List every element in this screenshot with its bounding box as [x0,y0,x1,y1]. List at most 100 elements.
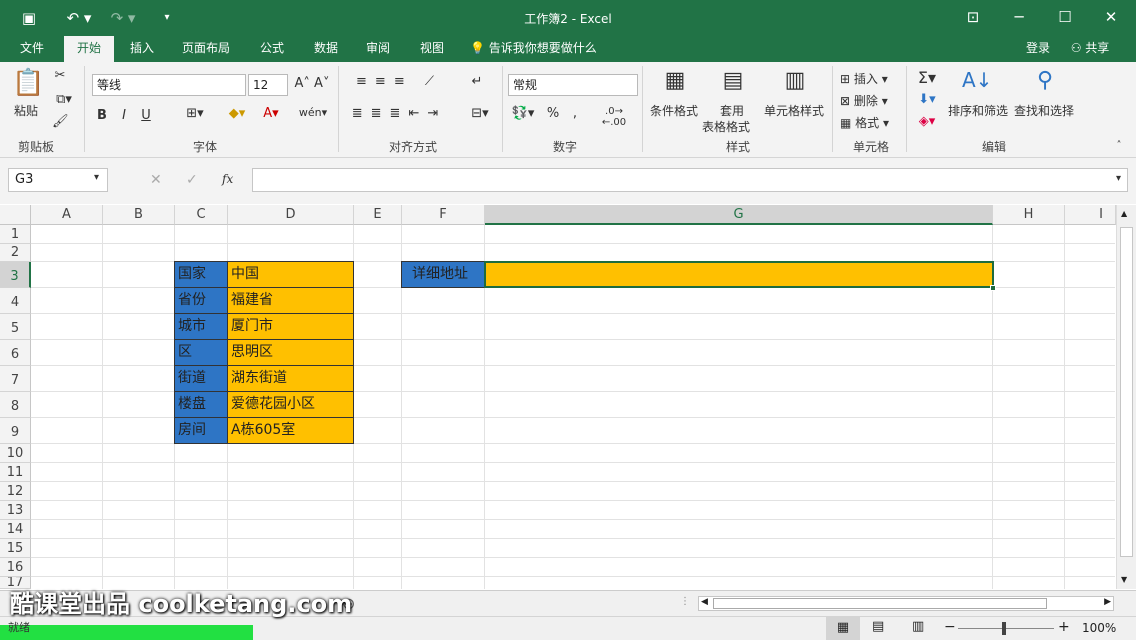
cell-d7[interactable]: 湖东街道 [227,365,354,392]
minimize-button[interactable]: ─ [996,5,1042,31]
insert-function-button[interactable]: fx [222,172,233,186]
phonetic-icon[interactable]: wén▾ [298,106,328,119]
tell-me-box[interactable]: 💡 告诉我你想要做什么 [470,36,610,62]
column-header-d[interactable]: D [228,205,354,225]
delete-cells-button[interactable]: ⊠ 删除 ▾ [840,92,888,109]
fill-icon[interactable]: ⬇▾ [914,92,940,107]
copy-icon[interactable]: ⧉▾ [52,92,76,107]
comma-button[interactable]: , [570,106,580,121]
font-grow-shrink-icon[interactable]: A˄ A˅ [294,76,330,91]
zoom-slider-thumb[interactable] [1002,622,1006,635]
tab-insert[interactable]: 插入 [120,36,164,62]
row-header-13[interactable]: 13 [0,501,31,520]
paste-icon[interactable]: 📋 [12,68,44,98]
cell-c8[interactable]: 楼盘 [174,391,228,418]
scroll-down-icon[interactable]: ▼ [1121,575,1127,584]
row-header-14[interactable]: 14 [0,520,31,539]
cell-c9[interactable]: 房间 [174,417,228,444]
zoom-out-icon[interactable]: − [944,619,956,635]
cell-c6[interactable]: 区 [174,339,228,366]
bold-button[interactable]: B [96,108,108,123]
conditional-format-icon[interactable]: ▦ [660,68,690,93]
horizontal-scrollbar[interactable]: ◀ ▶ [698,596,1114,611]
row-header-5[interactable]: 5 [0,314,31,340]
column-header-f[interactable]: F [402,205,485,225]
decimal-icons[interactable]: .0→ ←.00 [594,106,634,128]
cell-c7[interactable]: 街道 [174,365,228,392]
expand-formula-icon[interactable]: ▾ [1116,173,1121,184]
format-cells-button[interactable]: ▦ 格式 ▾ [840,114,889,131]
cell-g3-selected[interactable] [484,261,994,288]
cell-f3[interactable]: 详细地址 [401,261,485,288]
collapse-ribbon-icon[interactable]: ˄ [1112,140,1126,151]
cut-icon[interactable]: ✂ [52,68,68,83]
column-header-i[interactable]: I [1065,205,1116,225]
row-header-9[interactable]: 9 [0,418,31,444]
row-header-12[interactable]: 12 [0,482,31,501]
ribbon-display-icon[interactable]: ⊡ [950,5,996,31]
close-button[interactable]: ✕ [1088,5,1134,31]
login-link[interactable]: 登录 [1018,36,1058,62]
column-header-g[interactable]: G [485,205,993,225]
fill-handle[interactable] [990,285,996,291]
find-select-label[interactable]: 查找和选择 [1014,102,1074,119]
cell-styles-icon[interactable]: ▥ [780,68,810,93]
italic-button[interactable]: I [118,108,130,123]
row-header-3[interactable]: 3 [0,262,31,288]
share-button[interactable]: ⚇ 共享 [1062,36,1118,62]
tab-review[interactable]: 审阅 [356,36,400,62]
row-header-15[interactable]: 15 [0,539,31,558]
underline-button[interactable]: U [140,108,152,123]
cell-c3[interactable]: 国家 [174,261,228,288]
cell-styles-label[interactable]: 单元格样式 [764,102,824,119]
clear-icon[interactable]: ◈▾ [914,114,940,129]
number-format-box[interactable]: 常规 [508,74,638,96]
cell-d8[interactable]: 爱德花园小区 [227,391,354,418]
scroll-up-icon[interactable]: ▲ [1121,209,1127,218]
paste-label[interactable]: 粘贴 [14,102,38,119]
name-box-dropdown-icon[interactable]: ▾ [94,172,99,183]
cancel-icon[interactable]: ✕ [150,172,162,188]
split-handle-icon[interactable]: ⋮ [680,596,690,607]
insert-cells-button[interactable]: ⊞ 插入 ▾ [840,70,888,87]
page-break-view-icon[interactable]: ▥ [912,619,924,634]
cell-c4[interactable]: 省份 [174,287,228,314]
column-header-b[interactable]: B [103,205,175,225]
column-header-e[interactable]: E [354,205,402,225]
currency-icon[interactable]: 💱▾ [510,106,536,121]
row-header-6[interactable]: 6 [0,340,31,366]
format-as-table-icon[interactable]: ▤ [718,68,748,93]
tab-view[interactable]: 视图 [410,36,454,62]
format-as-table-label1[interactable]: 套用 [720,102,744,119]
row-header-2[interactable]: 2 [0,244,31,262]
row-header-1[interactable]: 1 [0,225,31,244]
scroll-thumb[interactable] [1120,227,1133,557]
tab-formulas[interactable]: 公式 [250,36,294,62]
row-header-11[interactable]: 11 [0,463,31,482]
borders-icon[interactable]: ⊞▾ [182,106,208,121]
fill-color-icon[interactable]: ◆▾ [224,106,250,121]
formula-input[interactable] [252,168,1128,192]
format-as-table-label2[interactable]: 表格格式 [702,118,750,135]
cell-d9[interactable]: A栋605室 [227,417,354,444]
cell-c5[interactable]: 城市 [174,313,228,340]
zoom-level[interactable]: 100% [1082,621,1116,635]
h-scroll-thumb[interactable] [713,598,1047,609]
row-header-10[interactable]: 10 [0,444,31,463]
scroll-right-icon[interactable]: ▶ [1104,597,1111,607]
normal-view-icon[interactable]: ▦ [826,617,860,640]
page-layout-view-icon[interactable]: ▤ [872,619,884,634]
enter-icon[interactable]: ✓ [186,172,198,188]
cell-d6[interactable]: 思明区 [227,339,354,366]
column-header-a[interactable]: A [31,205,103,225]
row-header-16[interactable]: 16 [0,558,31,577]
find-select-icon[interactable]: ⚲ [1030,68,1060,93]
cell-d3[interactable]: 中国 [227,261,354,288]
cell-d4[interactable]: 福建省 [227,287,354,314]
select-all-corner[interactable] [0,205,31,225]
zoom-in-icon[interactable]: + [1058,619,1070,635]
percent-button[interactable]: % [546,106,560,121]
tab-file[interactable]: 文件 [10,36,54,62]
scroll-left-icon[interactable]: ◀ [701,597,708,607]
tab-home[interactable]: 开始 [64,36,114,62]
